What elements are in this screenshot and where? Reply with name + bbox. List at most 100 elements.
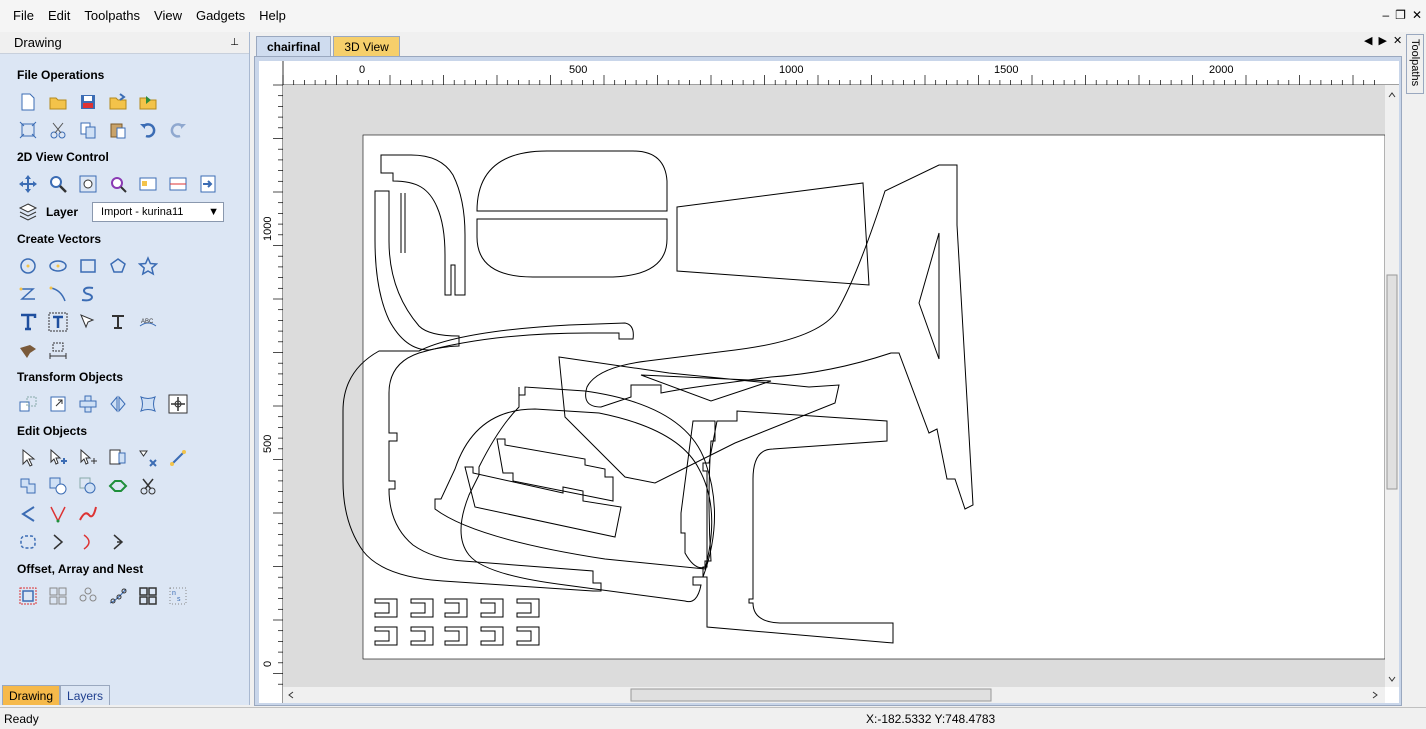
curve-icon[interactable] <box>76 282 100 306</box>
rectangle-icon[interactable] <box>76 254 100 278</box>
text-box-icon[interactable] <box>46 310 70 334</box>
menu-bar: File Edit Toolpaths View Gadgets Help – … <box>0 0 1426 32</box>
paste-icon[interactable] <box>106 118 130 142</box>
ruler-label-x-1500: 1500 <box>994 64 1018 76</box>
vertical-scroll-thumb[interactable] <box>1386 274 1398 490</box>
ellipse-icon[interactable] <box>46 254 70 278</box>
copy-icon[interactable] <box>76 118 100 142</box>
circular-copy-icon[interactable] <box>76 584 100 608</box>
polygon-icon[interactable] <box>106 254 130 278</box>
drawing-view: 0 500 1000 1500 2000 1000 500 0 <box>254 56 1402 706</box>
ruler-label-y-1000: 1000 <box>262 217 274 241</box>
svg-text:ABC: ABC <box>141 319 154 325</box>
import-icon[interactable] <box>106 90 130 114</box>
text-autofit-icon[interactable] <box>106 310 130 334</box>
menu-help[interactable]: Help <box>252 6 293 26</box>
nesting-icon[interactable] <box>136 584 160 608</box>
scale-icon[interactable] <box>46 392 70 416</box>
switch-view-icon[interactable] <box>196 172 220 196</box>
block-copy-icon[interactable] <box>46 584 70 608</box>
drawing-canvas[interactable]: 0 500 1000 1500 2000 1000 500 0 <box>259 61 1399 703</box>
tab-layers[interactable]: Layers <box>60 685 111 705</box>
menu-gadgets[interactable]: Gadgets <box>189 6 252 26</box>
menu-view[interactable]: View <box>147 6 189 26</box>
layer-row: Layer Import - kurina11 ▼ <box>16 198 249 226</box>
dimension-icon[interactable] <box>46 338 70 362</box>
menu-toolpaths[interactable]: Toolpaths <box>77 6 147 26</box>
weld-icon[interactable] <box>16 474 40 498</box>
measure-icon[interactable] <box>166 446 190 470</box>
tab-chairfinal[interactable]: chairfinal <box>256 36 332 56</box>
node-edit-icon[interactable] <box>46 446 70 470</box>
horizontal-scroll-thumb[interactable] <box>630 688 992 702</box>
view-toggle-icon[interactable] <box>136 172 160 196</box>
distort-icon[interactable] <box>136 392 160 416</box>
tab-navigation: ◀ ▶ ✕ <box>1364 34 1402 47</box>
polyline-icon[interactable] <box>16 282 40 306</box>
job-size-icon[interactable] <box>16 118 40 142</box>
save-file-icon[interactable] <box>76 90 100 114</box>
offset-icon[interactable] <box>16 584 40 608</box>
tab-drawing[interactable]: Drawing <box>2 685 61 705</box>
tab-3d-view[interactable]: 3D View <box>333 36 400 56</box>
svg-text:n: n <box>172 590 176 597</box>
close-vector-icon[interactable] <box>16 530 40 554</box>
extend-icon[interactable] <box>46 502 70 526</box>
document-tabs: chairfinal 3D View <box>256 34 402 56</box>
ruler-label-x-2000: 2000 <box>1209 64 1233 76</box>
export-icon[interactable] <box>136 90 160 114</box>
left-ruler <box>259 61 283 703</box>
auto-nest-icon[interactable]: ns <box>166 584 190 608</box>
pin-icon[interactable]: ⊥ <box>230 37 239 48</box>
move-icon[interactable] <box>16 392 40 416</box>
redo-icon[interactable] <box>166 118 190 142</box>
select-icon[interactable] <box>16 446 40 470</box>
zoom-icon[interactable] <box>46 172 70 196</box>
circle-icon[interactable] <box>16 254 40 278</box>
text-icon[interactable] <box>16 310 40 334</box>
rotate-icon[interactable] <box>76 392 100 416</box>
pan-icon[interactable] <box>16 172 40 196</box>
transform-select-icon[interactable] <box>76 446 100 470</box>
join-icon[interactable] <box>106 474 130 498</box>
node-smooth-icon[interactable] <box>76 530 100 554</box>
menu-edit[interactable]: Edit <box>41 6 77 26</box>
interactive-select-icon[interactable] <box>106 446 130 470</box>
section-view-control: 2D View Control <box>17 150 109 164</box>
fillet-icon[interactable] <box>16 502 40 526</box>
close-button[interactable]: ✕ <box>1412 8 1422 22</box>
tab-close-icon[interactable]: ✕ <box>1393 34 1402 47</box>
zoom-selection-icon[interactable] <box>106 172 130 196</box>
trim-icon[interactable] <box>136 474 160 498</box>
arc-icon[interactable] <box>46 282 70 306</box>
node-tangent-icon[interactable] <box>106 530 130 554</box>
layout-icon[interactable] <box>166 172 190 196</box>
svg-text:s: s <box>177 596 181 603</box>
star-icon[interactable] <box>136 254 160 278</box>
new-file-icon[interactable] <box>16 90 40 114</box>
drawing-svg: 0 500 1000 1500 2000 1000 500 0 <box>259 61 1399 703</box>
copy-along-vector-icon[interactable] <box>106 584 130 608</box>
layer-dropdown[interactable]: Import - kurina11 ▼ <box>92 202 225 222</box>
selection-tools-icon[interactable] <box>136 446 160 470</box>
tab-prev-icon[interactable]: ◀ <box>1364 34 1372 47</box>
text-arc-icon[interactable]: ABC <box>136 310 160 334</box>
undo-icon[interactable] <box>136 118 160 142</box>
restore-button[interactable]: ❐ <box>1395 8 1406 22</box>
tab-next-icon[interactable]: ▶ <box>1378 34 1386 47</box>
mirror-icon[interactable] <box>106 392 130 416</box>
zoom-extents-icon[interactable] <box>76 172 100 196</box>
cut-icon[interactable] <box>46 118 70 142</box>
menu-file[interactable]: File <box>6 6 41 26</box>
bitmap-trace-icon[interactable] <box>16 338 40 362</box>
toolpaths-side-tab[interactable]: Toolpaths <box>1406 34 1424 94</box>
open-file-icon[interactable] <box>46 90 70 114</box>
ruler-label-x-1000: 1000 <box>779 64 803 76</box>
intersect-icon[interactable] <box>76 474 100 498</box>
node-corner-icon[interactable] <box>46 530 70 554</box>
align-icon[interactable] <box>166 392 190 416</box>
subtract-icon[interactable] <box>46 474 70 498</box>
minimize-button[interactable]: – <box>1382 8 1389 22</box>
smooth-icon[interactable] <box>76 502 100 526</box>
text-on-curve-icon[interactable] <box>76 310 100 334</box>
